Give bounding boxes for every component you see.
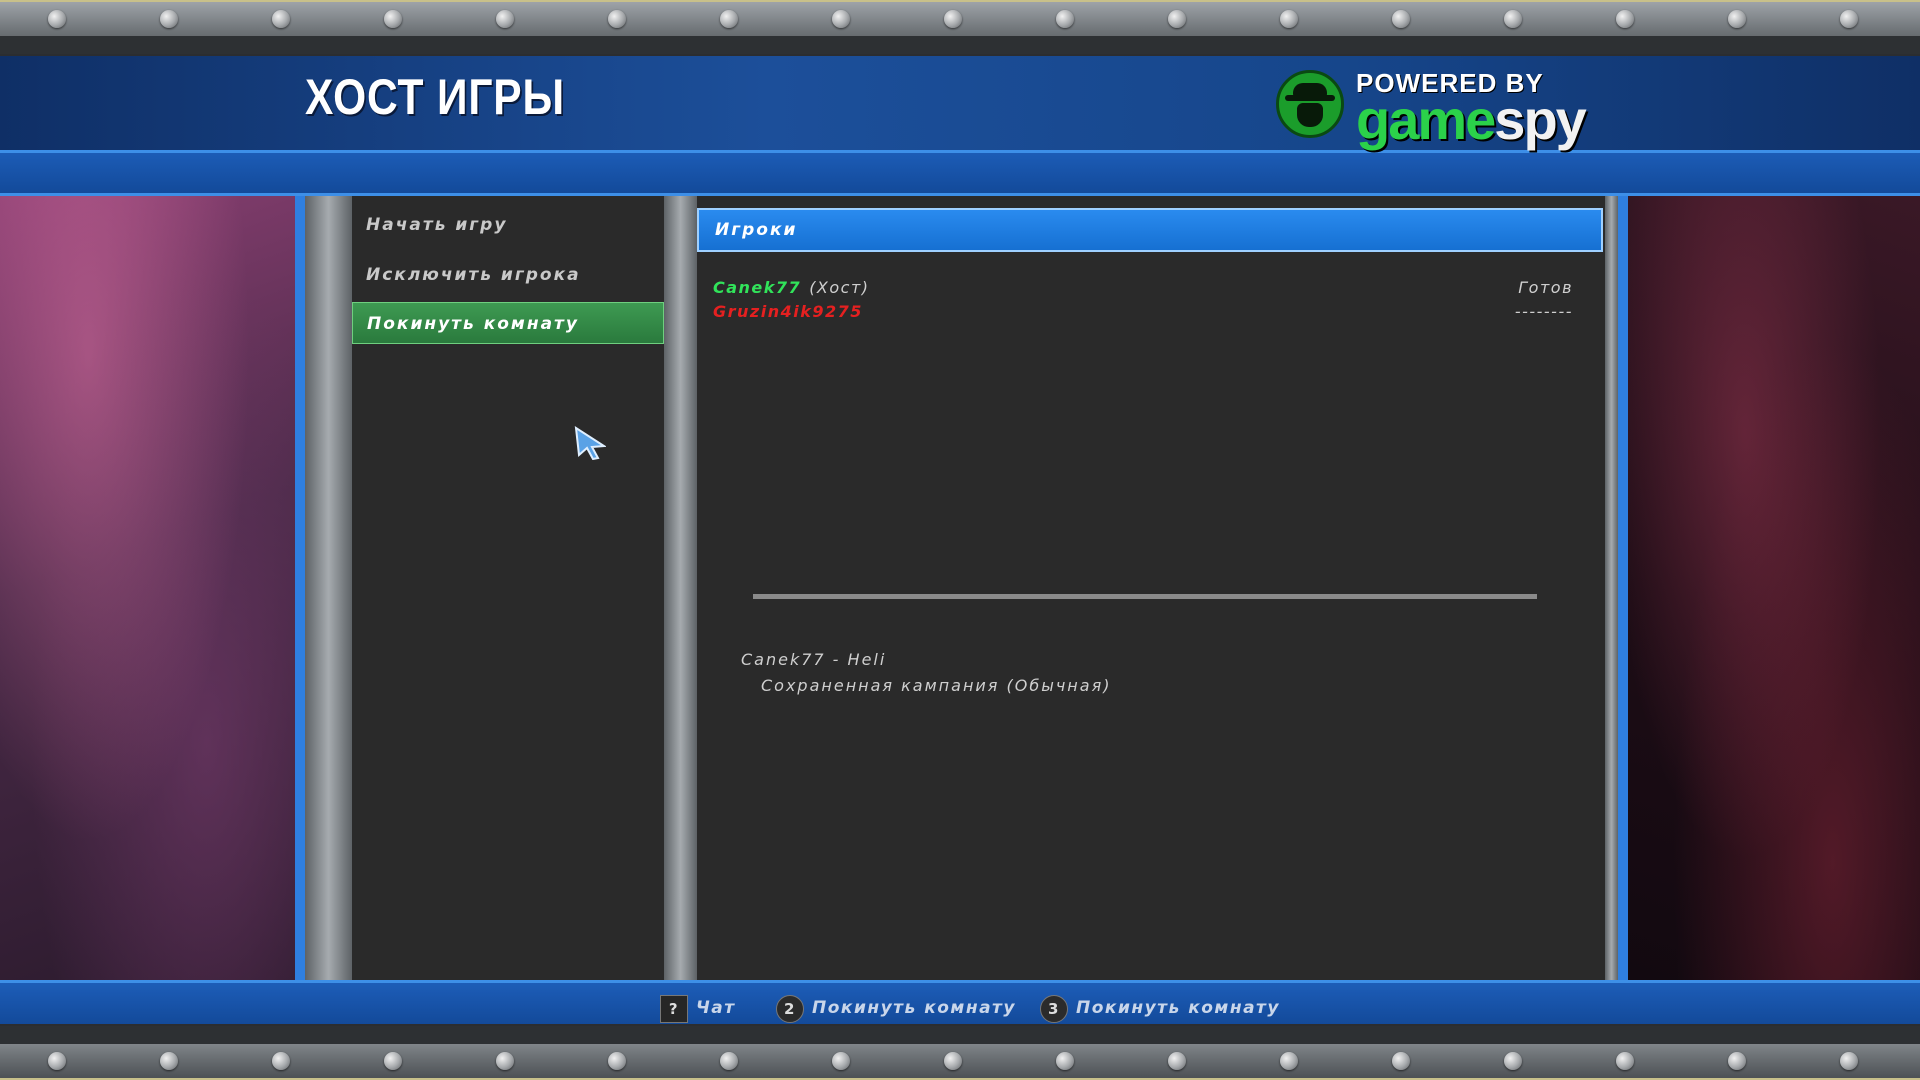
rivet-icon xyxy=(1392,10,1410,28)
rivet-icon xyxy=(1728,1052,1746,1070)
rivet-icon xyxy=(608,1052,626,1070)
rivet-icon xyxy=(1840,1052,1858,1070)
player-name: Canek77 xyxy=(713,278,802,297)
header-bar: ХОСТ ИГРЫ POWERED BY gamespy xyxy=(0,56,1920,153)
menu-leave-room[interactable]: Покинуть комнату xyxy=(352,302,664,344)
rivet-icon xyxy=(272,1052,290,1070)
rivet-icon xyxy=(1504,10,1522,28)
top-metal-rail xyxy=(0,0,1920,56)
host-menu-panel: Начать игру Исключить игрока Покинуть ко… xyxy=(352,196,664,980)
hint-leave-room-1[interactable]: 2 Покинуть комнату xyxy=(776,995,1016,1023)
player-row[interactable]: Canek77 (Хост) Готов xyxy=(713,278,1573,302)
rivet-icon xyxy=(496,1052,514,1070)
rivet-icon xyxy=(1728,10,1746,28)
hint-label: Покинуть комнату xyxy=(1076,998,1280,1018)
hint-label: Чат xyxy=(696,998,736,1018)
rivet-icon xyxy=(384,10,402,28)
gamespy-spy-icon xyxy=(1276,70,1344,138)
rivet-icon xyxy=(944,1052,962,1070)
player-name: Gruzin4ik9275 xyxy=(713,302,863,321)
rivet-icon xyxy=(1392,1052,1410,1070)
rail-shadow xyxy=(0,1026,1920,1044)
frame-center xyxy=(664,196,697,980)
game-mode-info: Сохраненная кампания (Обычная) xyxy=(761,676,1112,695)
rivet-icon xyxy=(384,1052,402,1070)
hint-label: Покинуть комнату xyxy=(812,998,1016,1018)
blue-divider-left xyxy=(295,196,305,980)
rivet-icon xyxy=(720,10,738,28)
player-status: Готов xyxy=(1518,278,1573,297)
rivet-icon xyxy=(1840,10,1858,28)
rivet-icon xyxy=(1168,1052,1186,1070)
rivet-icon xyxy=(1056,10,1074,28)
rivet-icon xyxy=(48,1052,66,1070)
panel-divider xyxy=(753,594,1537,599)
rivet-icon xyxy=(1504,1052,1522,1070)
rivet-icon xyxy=(1280,10,1298,28)
players-panel: Игроки Canek77 (Хост) Готов Gruzin4ik9275… xyxy=(697,196,1605,980)
rivet-icon xyxy=(1616,10,1634,28)
player-row[interactable]: Gruzin4ik9275 -------- xyxy=(713,302,1573,326)
frame-left-outer xyxy=(305,196,352,980)
gamespy-wordmark: gamespy xyxy=(1356,92,1587,148)
bottom-metal-rail xyxy=(0,1024,1920,1080)
brand-game: game xyxy=(1356,88,1496,151)
rail-shadow xyxy=(0,36,1920,54)
menu-kick-player[interactable]: Исключить игрока xyxy=(352,254,664,296)
background-art-right xyxy=(1628,196,1920,980)
players-list-header: Игроки xyxy=(697,208,1603,252)
rivet-icon xyxy=(1280,1052,1298,1070)
brand-spy: spy xyxy=(1494,88,1586,151)
cursor-arrow-icon xyxy=(574,426,606,460)
rivet-icon xyxy=(160,10,178,28)
rivet-icon xyxy=(1056,1052,1074,1070)
rivet-icon xyxy=(272,10,290,28)
game-map-info: Canek77 - Heli xyxy=(741,650,887,669)
rivet-icon xyxy=(160,1052,178,1070)
rivet-icon xyxy=(48,10,66,28)
frame-right xyxy=(1605,196,1618,980)
key-icon: 2 xyxy=(776,995,804,1023)
host-tag: (Хост) xyxy=(809,278,870,297)
rivet-icon xyxy=(720,1052,738,1070)
player-status: -------- xyxy=(1514,302,1573,321)
rivet-icon xyxy=(944,10,962,28)
rivet-icon xyxy=(496,10,514,28)
hint-chat[interactable]: ? Чат xyxy=(660,995,736,1023)
background-art-left xyxy=(0,196,295,980)
rivet-icon xyxy=(608,10,626,28)
menu-start-game[interactable]: Начать игру xyxy=(352,204,664,246)
page-title: ХОСТ ИГРЫ xyxy=(305,69,565,125)
rivet-icon xyxy=(1168,10,1186,28)
rivet-icon xyxy=(832,1052,850,1070)
gamespy-logo: POWERED BY gamespy xyxy=(1270,62,1590,148)
blue-divider-right xyxy=(1618,196,1628,980)
rivet-icon xyxy=(832,10,850,28)
subheader-bar xyxy=(0,153,1920,196)
key-icon: 3 xyxy=(1040,995,1068,1023)
hint-leave-room-2[interactable]: 3 Покинуть комнату xyxy=(1040,995,1280,1023)
key-icon: ? xyxy=(660,995,688,1023)
footer-bar: ? Чат 2 Покинуть комнату 3 Покинуть комнату xyxy=(0,980,1920,1024)
rivet-icon xyxy=(1616,1052,1634,1070)
